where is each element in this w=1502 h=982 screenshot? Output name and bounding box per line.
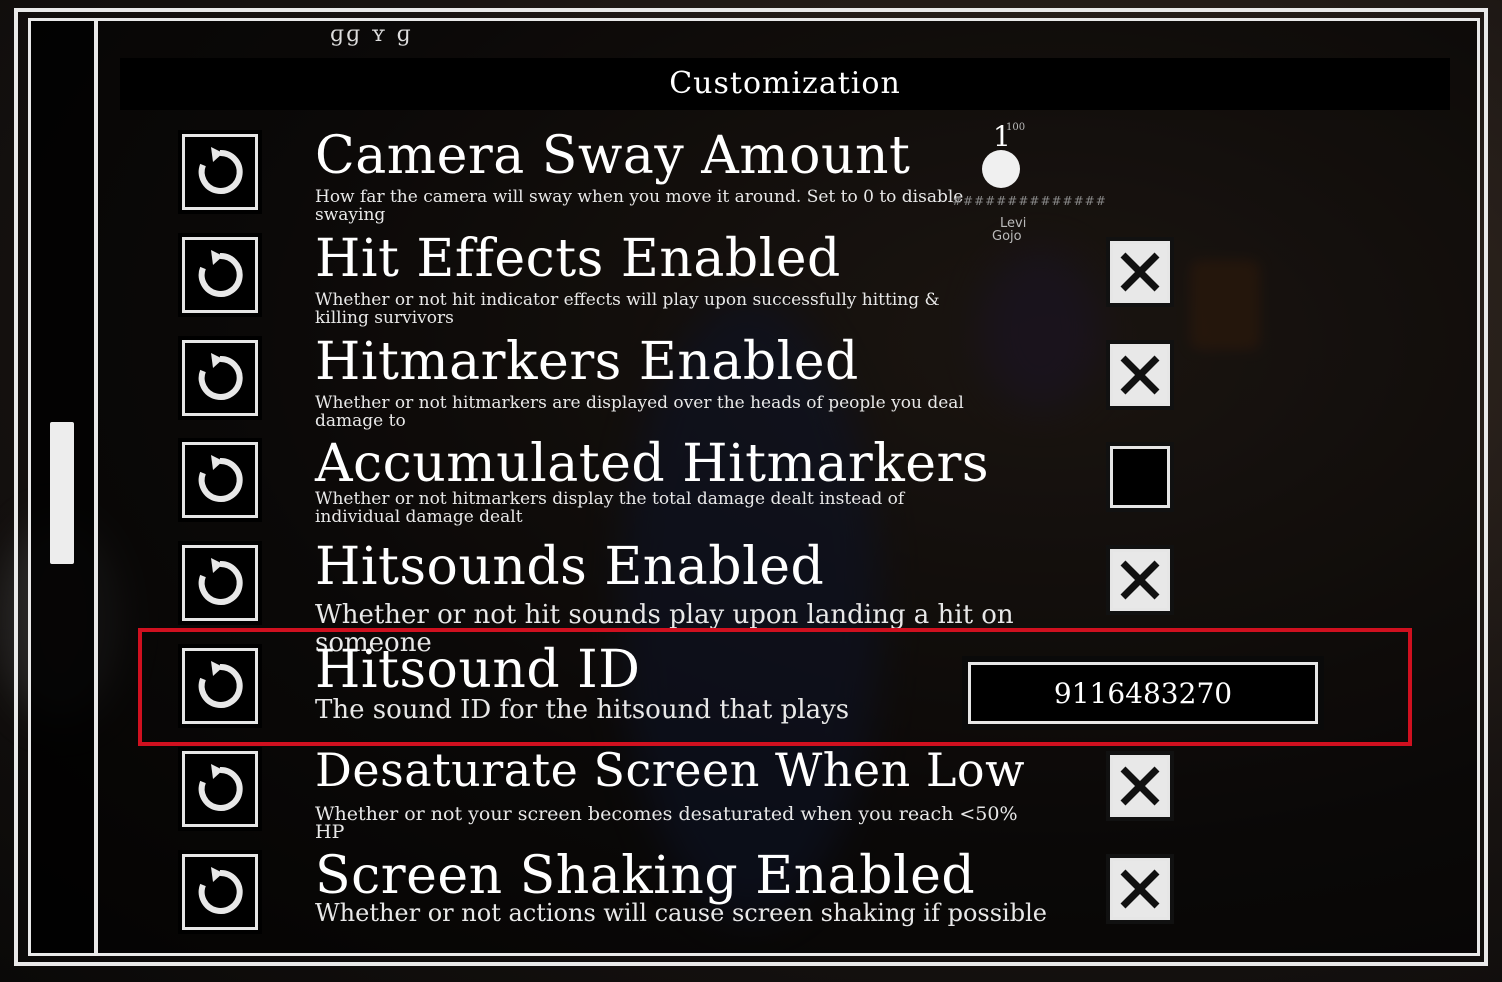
toggle-checkbox[interactable] [1110, 344, 1170, 406]
toggle-checkbox[interactable] [1110, 446, 1170, 508]
setting-title: Accumulated Hitmarkers [315, 434, 990, 494]
reset-button[interactable] [182, 751, 258, 827]
setting-row-hit-effects: Hit Effects Enabled Whether or not hit i… [170, 229, 1410, 329]
setting-title: Desaturate Screen When Low [315, 743, 1025, 797]
reset-arrow-icon [198, 250, 243, 297]
x-mark-icon [1120, 355, 1160, 395]
x-mark-icon [1120, 252, 1160, 292]
slider-max: 100 [1006, 122, 1026, 133]
x-mark-icon [1120, 766, 1160, 806]
reset-button[interactable] [182, 340, 258, 416]
section-header: Customization [120, 58, 1450, 110]
previous-row-text: ɡɡ ʏ ɡ [330, 22, 413, 47]
setting-description: Whether or not your screen becomes desat… [315, 803, 1018, 843]
reset-button[interactable] [182, 545, 258, 621]
slider-track[interactable]: ############## [952, 194, 1107, 208]
setting-row-screen-shaking: Screen Shaking Enabled Whether or not ac… [170, 846, 1410, 946]
reset-button[interactable] [182, 134, 258, 210]
scrollbar-handle[interactable] [50, 422, 74, 564]
setting-title: Screen Shaking Enabled [315, 846, 976, 906]
setting-title: Camera Sway Amount [315, 126, 911, 186]
reset-button[interactable] [182, 442, 258, 518]
frame-divider [94, 18, 98, 956]
setting-description: Whether or not hit indicator effects wil… [315, 290, 940, 328]
setting-row-camera-sway: Camera Sway Amount How far the camera wi… [170, 120, 1410, 226]
reset-button[interactable] [182, 854, 258, 930]
setting-row-hitmarkers: Hitmarkers Enabled Whether or not hitmar… [170, 332, 1410, 432]
reset-arrow-icon [198, 867, 243, 914]
setting-title: Hit Effects Enabled [315, 229, 841, 289]
setting-title: Hitmarkers Enabled [315, 332, 859, 392]
reset-arrow-icon [198, 353, 243, 400]
toggle-checkbox[interactable] [1110, 549, 1170, 611]
setting-row-accumulated-hitmarkers: Accumulated Hitmarkers Whether or not hi… [170, 434, 1410, 534]
reset-button[interactable] [182, 237, 258, 313]
setting-description: Whether or not hitmarkers display the to… [315, 489, 905, 527]
setting-row-desaturate: Desaturate Screen When Low Whether or no… [170, 743, 1410, 843]
reset-arrow-icon [198, 764, 243, 811]
toggle-checkbox[interactable] [1110, 241, 1170, 303]
setting-description: Whether or not actions will cause screen… [315, 899, 1047, 927]
setting-description: Whether or not hitmarkers are displayed … [315, 393, 964, 431]
x-mark-icon [1120, 869, 1160, 909]
toggle-checkbox[interactable] [1110, 755, 1170, 817]
reset-arrow-icon [198, 147, 243, 194]
reset-arrow-icon [198, 558, 243, 605]
setting-row-hitsounds: Hitsounds Enabled Whether or not hit sou… [170, 537, 1410, 657]
game-screen: ɡɡ ʏ ɡ Customization Levi Gojo Camera Sw… [0, 0, 1502, 982]
setting-description: How far the camera will sway when you mo… [315, 187, 964, 225]
reset-arrow-icon [198, 455, 243, 502]
toggle-checkbox[interactable] [1110, 858, 1170, 920]
x-mark-icon [1120, 560, 1160, 600]
section-title: Customization [669, 66, 901, 101]
highlight-annotation [138, 628, 1412, 746]
slider-knob[interactable] [982, 150, 1020, 188]
setting-title: Hitsounds Enabled [315, 537, 825, 597]
